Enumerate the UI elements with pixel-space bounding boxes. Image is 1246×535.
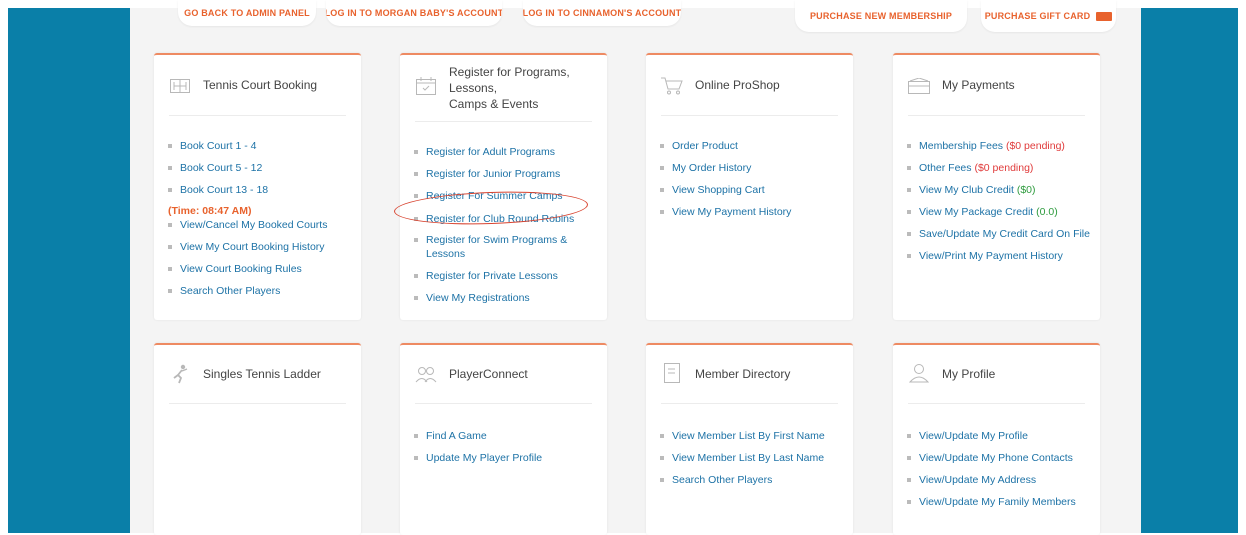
card-title: Member Directory (695, 367, 791, 381)
tennis-court-booking-card: Tennis Court Booking Book Court 1 - 4 Bo… (154, 53, 361, 320)
user-icon (908, 364, 930, 383)
link-update-address[interactable]: View/Update My Address (907, 473, 1036, 487)
link-package-credit[interactable]: View My Package Credit (0.0) (907, 205, 1058, 219)
purchase-membership-button[interactable]: PURCHASE NEW MEMBERSHIP (795, 0, 967, 32)
purchase-gift-card-label: PURCHASE GIFT CARD (984, 11, 1091, 21)
dashboard-page: GO BACK TO ADMIN PANEL LOG IN TO MORGAN … (130, 0, 1141, 535)
link-book-court-13-18[interactable]: Book Court 13 - 18 (168, 183, 268, 197)
link-update-family[interactable]: View/Update My Family Members (907, 495, 1076, 509)
login-morgan-button[interactable]: LOG IN TO MORGAN BABY'S ACCOUNT (326, 0, 502, 26)
link-swim-programs[interactable]: Register for Swim Programs & (414, 233, 567, 247)
my-profile-card: My Profile View/Update My Profile View/U… (893, 343, 1100, 535)
link-update-profile[interactable]: View/Update My Profile (907, 429, 1028, 443)
link-club-credit[interactable]: View My Club Credit ($0) (907, 183, 1036, 197)
admin-panel-button[interactable]: GO BACK TO ADMIN PANEL (178, 0, 316, 26)
card-title-line1: Register for Programs, Lessons, (449, 65, 570, 95)
link-order-history[interactable]: My Order History (660, 161, 751, 175)
singles-ladder-card: Singles Tennis Ladder (154, 343, 361, 535)
link-junior-programs[interactable]: Register for Junior Programs (414, 167, 560, 181)
admin-panel-label: GO BACK TO ADMIN PANEL (184, 8, 310, 18)
card-header: Online ProShop (661, 55, 838, 116)
card-title: My Profile (942, 367, 996, 381)
link-book-court-5-12[interactable]: Book Court 5 - 12 (168, 161, 262, 175)
link-view-cancel-booked[interactable]: View/Cancel My Booked Courts (168, 218, 327, 232)
card-header: PlayerConnect (415, 345, 592, 404)
link-private-lessons[interactable]: Register for Private Lessons (414, 269, 558, 283)
link-search-players[interactable]: Search Other Players (168, 284, 280, 298)
link-other-fees[interactable]: Other Fees ($0 pending) (907, 161, 1033, 175)
gift-card-icon (1096, 11, 1113, 21)
link-member-list-first-name[interactable]: View Member List By First Name (660, 429, 825, 443)
link-find-a-game[interactable]: Find A Game (414, 429, 487, 443)
register-programs-card: Register for Programs, Lessons, Camps & … (393, 53, 607, 320)
calendar-icon (415, 77, 437, 95)
cart-icon (661, 77, 683, 95)
link-payment-history[interactable]: View My Payment History (660, 205, 791, 219)
card-header: My Profile (908, 345, 1085, 404)
link-order-product[interactable]: Order Product (660, 139, 738, 153)
my-payments-card: My Payments Membership Fees ($0 pending)… (893, 53, 1100, 320)
directory-icon (661, 363, 683, 383)
link-booking-rules[interactable]: View Court Booking Rules (168, 262, 302, 276)
link-update-credit-card[interactable]: Save/Update My Credit Card On File (907, 227, 1090, 241)
online-proshop-card: Online ProShop Order Product My Order Hi… (646, 53, 853, 320)
link-update-player-profile[interactable]: Update My Player Profile (414, 451, 542, 465)
link-search-other-players[interactable]: Search Other Players (660, 473, 772, 487)
playerconnect-card: PlayerConnect Find A Game Update My Play… (400, 343, 607, 535)
link-booking-history[interactable]: View My Court Booking History (168, 240, 325, 254)
card-header: My Payments (908, 55, 1085, 116)
link-book-court-1-4[interactable]: Book Court 1 - 4 (168, 139, 256, 153)
card-title: My Payments (942, 78, 1015, 92)
court-icon (169, 77, 191, 95)
background-frame: GO BACK TO ADMIN PANEL LOG IN TO MORGAN … (8, 0, 1238, 535)
login-cinnamon-label: LOG IN TO CINNAMON'S ACCOUNT (523, 8, 681, 18)
club-credit-value: ($0) (1016, 184, 1036, 196)
card-title: Online ProShop (695, 78, 780, 92)
card-header: Singles Tennis Ladder (169, 345, 346, 404)
link-my-registrations[interactable]: View My Registrations (414, 291, 530, 305)
member-directory-card: Member Directory View Member List By Fir… (646, 343, 853, 535)
link-swim-programs-line2[interactable]: Lessons (426, 247, 465, 261)
card-title: PlayerConnect (449, 367, 528, 381)
purchase-membership-label: PURCHASE NEW MEMBERSHIP (809, 11, 953, 21)
link-shopping-cart[interactable]: View Shopping Cart (660, 183, 765, 197)
membership-pending: ($0 pending) (1005, 140, 1065, 152)
link-print-payment-history[interactable]: View/Print My Payment History (907, 249, 1063, 263)
wallet-icon (908, 77, 930, 95)
card-title-line2: Camps & Events (449, 97, 539, 111)
card-title: Singles Tennis Ladder (203, 367, 321, 381)
package-credit-value: (0.0) (1036, 206, 1058, 218)
player-icon (169, 364, 191, 384)
purchase-gift-card-button[interactable]: PURCHASE GIFT CARD (981, 0, 1116, 32)
link-update-phone[interactable]: View/Update My Phone Contacts (907, 451, 1073, 465)
link-member-list-last-name[interactable]: View Member List By Last Name (660, 451, 824, 465)
card-header: Member Directory (661, 345, 838, 404)
card-header: Register for Programs, Lessons, Camps & … (415, 55, 592, 122)
card-header: Tennis Court Booking (169, 55, 346, 116)
link-adult-programs[interactable]: Register for Adult Programs (414, 145, 555, 159)
current-time: (Time: 08:47 AM) (168, 205, 252, 217)
login-morgan-label: LOG IN TO MORGAN BABY'S ACCOUNT (326, 8, 502, 18)
other-fees-pending: ($0 pending) (974, 162, 1034, 174)
people-icon (415, 365, 437, 383)
card-title: Register for Programs, Lessons, Camps & … (449, 64, 592, 112)
link-membership-fees[interactable]: Membership Fees ($0 pending) (907, 139, 1065, 153)
card-title: Tennis Court Booking (203, 78, 318, 92)
login-cinnamon-button[interactable]: LOG IN TO CINNAMON'S ACCOUNT (523, 0, 681, 26)
